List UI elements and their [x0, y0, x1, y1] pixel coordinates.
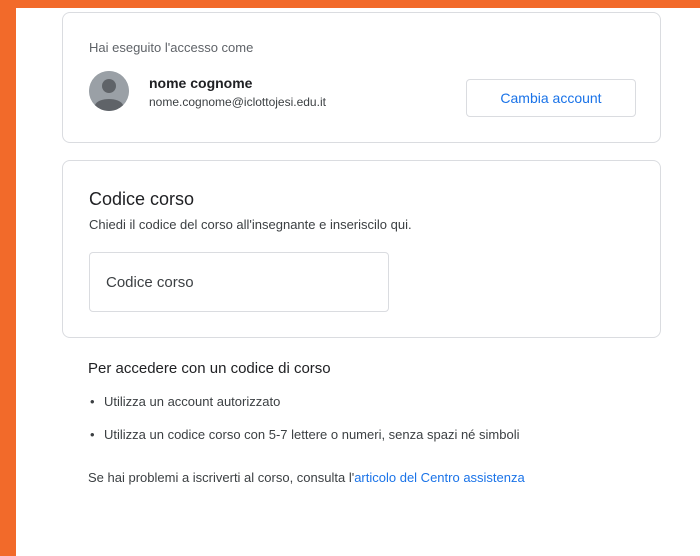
account-card: Hai eseguito l'accesso come nome cognome…	[62, 12, 661, 143]
user-avatar-icon	[89, 71, 129, 111]
course-code-subtitle: Chiedi il codice del corso all'insegnant…	[89, 217, 412, 232]
help-list-item: • Utilizza un account autorizzato	[88, 394, 519, 427]
user-name: nome cognome	[149, 75, 253, 91]
switch-account-button[interactable]: Cambia account	[466, 79, 636, 117]
avatar	[89, 71, 129, 111]
course-code-input[interactable]	[89, 252, 389, 312]
orange-top-border	[0, 0, 700, 8]
user-email: nome.cognome@iclottojesi.edu.it	[149, 95, 326, 109]
help-list: • Utilizza un account autorizzato • Util…	[88, 394, 519, 460]
orange-left-border	[0, 0, 16, 556]
help-footer-text: Se hai problemi a iscriverti al corso, c…	[88, 470, 355, 485]
help-center-article-link[interactable]: articolo del Centro assistenza	[354, 470, 525, 485]
signed-in-label: Hai eseguito l'accesso come	[89, 40, 254, 55]
bullet-icon: •	[90, 427, 95, 442]
help-footer: Se hai problemi a iscriverti al corso, c…	[88, 470, 525, 485]
help-heading: Per accedere con un codice di corso	[88, 360, 331, 377]
help-item-text: Utilizza un account autorizzato	[104, 394, 281, 409]
course-code-title: Codice corso	[89, 189, 195, 209]
help-item-text: Utilizza un codice corso con 5-7 lettere…	[104, 427, 520, 442]
help-list-item: • Utilizza un codice corso con 5-7 lette…	[88, 427, 519, 460]
bullet-icon: •	[90, 394, 95, 409]
course-code-card: Codice corso Chiedi il codice del corso …	[62, 160, 661, 338]
